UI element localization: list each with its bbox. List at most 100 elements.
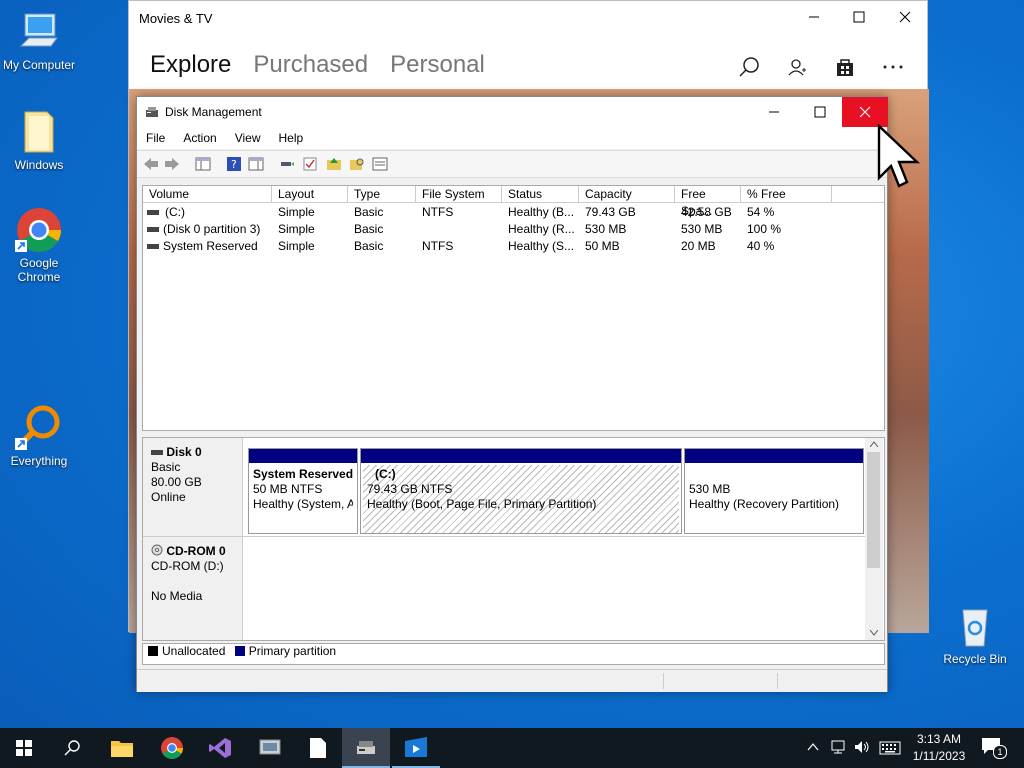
volume-speaker-icon[interactable] bbox=[853, 739, 871, 755]
notification-button[interactable]: 1 bbox=[980, 736, 1008, 760]
tab-personal[interactable]: Personal bbox=[390, 51, 485, 79]
movies-tv-icon bbox=[405, 737, 427, 757]
taskbar-network-app[interactable] bbox=[246, 728, 294, 768]
scroll-thumb[interactable] bbox=[867, 452, 880, 568]
table-row[interactable]: (C:) Simple Basic NTFS Healthy (B... 79.… bbox=[143, 204, 884, 221]
column-header-status[interactable]: Status bbox=[502, 186, 579, 203]
volume-icon bbox=[147, 244, 159, 249]
more-button[interactable] bbox=[879, 53, 907, 81]
cell-percent-free: 54 % bbox=[747, 205, 775, 219]
taskbar-chrome[interactable] bbox=[148, 728, 196, 768]
cell-type: Basic bbox=[354, 205, 384, 219]
search-folder-icon[interactable] bbox=[349, 156, 365, 172]
disk-size: 80.00 GB bbox=[151, 475, 202, 489]
column-header-percent-free[interactable]: % Free bbox=[741, 186, 832, 203]
minimize-icon bbox=[769, 111, 779, 113]
maximize-button[interactable] bbox=[797, 97, 843, 127]
partition-c[interactable]: (C:) 79.43 GB NTFS Healthy (Boot, Page F… bbox=[360, 448, 682, 534]
window-title: Movies & TV bbox=[139, 11, 213, 26]
status-divider bbox=[777, 673, 778, 689]
menu-help[interactable]: Help bbox=[270, 127, 313, 149]
vertical-scrollbar[interactable] bbox=[865, 438, 883, 640]
keyboard-icon[interactable] bbox=[879, 741, 901, 755]
menu-action[interactable]: Action bbox=[174, 127, 225, 149]
back-arrow-icon[interactable] bbox=[143, 156, 159, 172]
title-bar: Disk Management bbox=[137, 97, 888, 127]
menu-file[interactable]: File bbox=[137, 127, 174, 149]
disk-management-icon bbox=[357, 741, 375, 754]
disk-0-label[interactable]: Disk 0 Basic 80.00 GB Online bbox=[143, 438, 243, 536]
document-icon bbox=[310, 738, 326, 758]
column-header-capacity[interactable]: Capacity bbox=[579, 186, 675, 203]
taskbar-movies-tv[interactable] bbox=[392, 728, 440, 768]
connect-icon[interactable] bbox=[279, 156, 295, 172]
desktop-icon-everything[interactable]: Everything bbox=[1, 404, 77, 468]
cd-icon bbox=[151, 544, 163, 556]
forward-arrow-icon[interactable] bbox=[164, 156, 180, 172]
scroll-down-icon[interactable] bbox=[870, 630, 878, 636]
column-header-free-space[interactable]: Free Spa... bbox=[675, 186, 741, 218]
chevron-up-icon[interactable] bbox=[807, 742, 819, 752]
console-tree-icon[interactable] bbox=[195, 156, 211, 172]
desktop-icon-recycle-bin[interactable]: Recycle Bin bbox=[937, 602, 1013, 666]
window-title: Disk Management bbox=[165, 105, 262, 119]
list-view-icon[interactable] bbox=[372, 156, 388, 172]
help-icon[interactable]: ? bbox=[226, 156, 242, 172]
taskbar-disk-management[interactable] bbox=[342, 728, 390, 768]
search-button[interactable] bbox=[48, 728, 96, 768]
minimize-button[interactable] bbox=[791, 1, 837, 33]
check-icon[interactable] bbox=[302, 156, 318, 172]
properties-pane-icon[interactable] bbox=[248, 156, 264, 172]
cell-layout: Simple bbox=[278, 205, 315, 219]
partition-size: 50 MB NTFS bbox=[253, 482, 323, 496]
account-button[interactable] bbox=[783, 53, 811, 81]
desktop-icon-label: My Computer bbox=[2, 58, 76, 72]
table-row[interactable]: System Reserved Simple Basic NTFS Health… bbox=[143, 238, 884, 255]
partition-status: Healthy (Boot, Page File, Primary Partit… bbox=[367, 497, 597, 511]
cell-percent-free: 100 % bbox=[747, 222, 782, 236]
desktop-icon-google-chrome[interactable]: Google Chrome bbox=[1, 206, 77, 284]
cell-capacity: 50 MB bbox=[585, 239, 620, 253]
movies-nav: Explore Purchased Personal bbox=[150, 51, 485, 79]
cdrom-0-label[interactable]: CD-ROM 0 CD-ROM (D:) No Media bbox=[143, 537, 243, 640]
network-app-icon bbox=[259, 739, 281, 755]
cell-status: Healthy (S... bbox=[508, 239, 575, 253]
column-header-volume[interactable]: Volume bbox=[143, 186, 272, 203]
taskbar-visual-studio[interactable] bbox=[196, 728, 244, 768]
partition-recovery[interactable]: 530 MB Healthy (Recovery Partition) bbox=[684, 448, 864, 534]
desktop-icon-my-computer[interactable]: My Computer bbox=[1, 8, 77, 72]
tab-explore[interactable]: Explore bbox=[150, 51, 231, 79]
start-button[interactable] bbox=[0, 728, 48, 768]
desktop-icon-windows-folder[interactable]: Windows bbox=[1, 108, 77, 172]
column-header-type[interactable]: Type bbox=[348, 186, 416, 203]
minimize-button[interactable] bbox=[751, 97, 797, 127]
close-icon bbox=[899, 11, 911, 23]
tab-purchased[interactable]: Purchased bbox=[253, 51, 368, 79]
network-icon[interactable] bbox=[830, 739, 848, 755]
partition-system-reserved[interactable]: System Reserved 50 MB NTFS Healthy (Syst… bbox=[248, 448, 358, 534]
store-button[interactable] bbox=[831, 53, 859, 81]
search-icon bbox=[739, 57, 759, 77]
windows-logo-icon bbox=[16, 740, 32, 756]
column-header-layout[interactable]: Layout bbox=[272, 186, 348, 203]
close-button[interactable] bbox=[882, 1, 928, 33]
taskbar-file-explorer[interactable] bbox=[98, 728, 146, 768]
search-button[interactable] bbox=[735, 53, 763, 81]
computer-icon bbox=[15, 8, 63, 56]
disk-management-icon bbox=[146, 107, 158, 117]
folder-up-icon[interactable] bbox=[326, 156, 342, 172]
clock[interactable]: 3:13 AM 1/11/2023 bbox=[908, 731, 970, 765]
column-header-file-system[interactable]: File System bbox=[416, 186, 502, 203]
maximize-button[interactable] bbox=[836, 1, 882, 33]
cell-file-system bbox=[422, 221, 500, 238]
recycle-bin-icon bbox=[951, 602, 999, 650]
table-row[interactable]: (Disk 0 partition 3) Simple Basic Health… bbox=[143, 221, 884, 238]
volume-list: Volume Layout Type File System Status Ca… bbox=[142, 185, 885, 431]
cell-type: Basic bbox=[354, 239, 384, 253]
scroll-up-icon[interactable] bbox=[870, 441, 878, 447]
store-bag-icon bbox=[837, 59, 853, 76]
menu-view[interactable]: View bbox=[226, 127, 270, 149]
file-explorer-icon bbox=[111, 741, 133, 757]
close-button[interactable] bbox=[842, 97, 888, 127]
taskbar-notepad[interactable] bbox=[294, 728, 342, 768]
